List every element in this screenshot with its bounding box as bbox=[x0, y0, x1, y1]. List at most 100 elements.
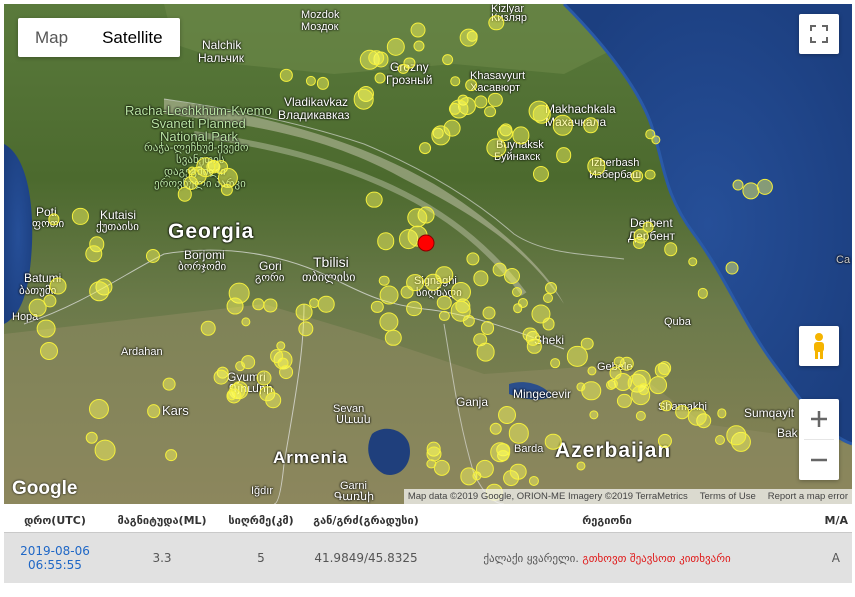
earthquake-marker[interactable] bbox=[648, 376, 667, 395]
earthquake-marker[interactable] bbox=[483, 105, 496, 118]
cell-date[interactable]: 2019-08-06 bbox=[8, 544, 102, 558]
earthquake-marker[interactable] bbox=[235, 361, 246, 372]
earthquake-marker[interactable] bbox=[512, 287, 523, 298]
earthquake-marker[interactable] bbox=[609, 366, 622, 380]
earthquake-marker[interactable] bbox=[410, 22, 426, 38]
earthquake-marker[interactable] bbox=[368, 49, 384, 66]
questionnaire-link[interactable]: გთხოვთ შეავსოთ კითხვარი bbox=[582, 552, 730, 565]
earthquake-marker[interactable] bbox=[317, 295, 335, 313]
terms-of-use-link[interactable]: Terms of Use bbox=[700, 491, 756, 502]
earthquake-marker[interactable] bbox=[426, 445, 442, 462]
earthquake-marker[interactable] bbox=[465, 79, 478, 91]
earthquake-marker[interactable] bbox=[28, 298, 48, 317]
earthquake-marker[interactable] bbox=[226, 297, 244, 315]
header-ma: M/A bbox=[824, 513, 848, 527]
fullscreen-button[interactable] bbox=[799, 14, 839, 54]
earthquake-marker[interactable] bbox=[269, 349, 284, 363]
street-view-pegman[interactable] bbox=[799, 326, 839, 366]
earthquake-marker[interactable] bbox=[532, 104, 551, 124]
earthquake-marker[interactable] bbox=[542, 293, 553, 304]
earthquake-marker[interactable] bbox=[413, 40, 425, 52]
earthquake-marker[interactable] bbox=[89, 281, 109, 302]
map-type-map-button[interactable]: Map bbox=[18, 18, 85, 57]
earthquake-marker[interactable] bbox=[555, 147, 572, 164]
earthquake-marker[interactable] bbox=[146, 404, 161, 419]
earthquake-marker[interactable] bbox=[265, 392, 282, 409]
earthquake-marker[interactable] bbox=[630, 170, 643, 183]
earthquake-marker[interactable] bbox=[256, 370, 272, 386]
earthquake-marker[interactable] bbox=[715, 434, 726, 445]
earthquake-marker[interactable] bbox=[509, 463, 527, 481]
earthquake-marker[interactable] bbox=[365, 191, 383, 209]
earthquake-marker[interactable] bbox=[40, 341, 58, 360]
zoom-out-button[interactable] bbox=[799, 440, 839, 480]
earthquake-marker[interactable] bbox=[376, 232, 395, 251]
earthquake-marker[interactable] bbox=[200, 320, 216, 336]
zoom-control bbox=[799, 399, 839, 480]
earthquake-marker[interactable] bbox=[459, 28, 479, 48]
google-logo: Google bbox=[12, 478, 78, 499]
earthquake-marker[interactable] bbox=[550, 358, 560, 369]
earthquake-marker[interactable] bbox=[435, 265, 453, 284]
earthquake-marker[interactable] bbox=[496, 124, 513, 141]
earthquake-marker[interactable] bbox=[419, 142, 432, 155]
earthquake-marker[interactable] bbox=[664, 242, 678, 257]
earthquake-marker[interactable] bbox=[162, 377, 176, 391]
earthquake-marker[interactable] bbox=[374, 72, 386, 84]
fullscreen-icon bbox=[810, 25, 828, 43]
earthquake-marker[interactable] bbox=[406, 300, 423, 317]
earthquake-marker[interactable] bbox=[379, 285, 399, 305]
report-map-error-link[interactable]: Report a map error bbox=[768, 491, 848, 502]
epicenter-marker[interactable] bbox=[417, 234, 435, 252]
earthquake-marker[interactable] bbox=[544, 433, 562, 450]
earthquake-marker[interactable] bbox=[498, 406, 517, 424]
earthquake-marker[interactable] bbox=[85, 431, 98, 445]
earthquake-marker[interactable] bbox=[687, 256, 698, 267]
earthquake-marker[interactable] bbox=[95, 439, 116, 461]
earthquake-marker[interactable] bbox=[544, 282, 557, 295]
earthquake-marker[interactable] bbox=[353, 88, 374, 110]
earthquake-marker[interactable] bbox=[633, 228, 649, 244]
earthquake-marker[interactable] bbox=[441, 53, 454, 66]
earthquake-marker[interactable] bbox=[436, 295, 452, 310]
earthquake-marker[interactable] bbox=[489, 422, 503, 435]
map-type-satellite-button[interactable]: Satellite bbox=[85, 18, 179, 57]
earthquake-marker[interactable] bbox=[532, 165, 549, 182]
earthquake-marker[interactable] bbox=[480, 321, 495, 336]
earthquake-marker[interactable] bbox=[522, 327, 538, 343]
earthquake-marker[interactable] bbox=[482, 306, 496, 320]
cell-coords: 41.9849/45.8325 bbox=[304, 532, 428, 583]
table-header-row: დრო(UTC) მაგნიტუდა(ML) სიღრმე(კმ) გან/გრ… bbox=[4, 508, 852, 533]
earthquake-marker[interactable] bbox=[450, 281, 471, 302]
region-text: ქალაქი ყვარელი. bbox=[483, 551, 579, 565]
earthquake-marker[interactable] bbox=[637, 383, 650, 395]
zoom-in-button[interactable] bbox=[799, 399, 839, 439]
cell-depth: 5 bbox=[218, 532, 304, 583]
map-view[interactable]: Mozdok Моздок Kizlyar Кизляр Nalchik Нал… bbox=[4, 4, 852, 504]
earthquake-marker[interactable] bbox=[295, 303, 313, 321]
cell-magnitude: 3.3 bbox=[106, 532, 218, 583]
earthquake-marker[interactable] bbox=[145, 249, 160, 264]
earthquake-marker[interactable] bbox=[450, 76, 460, 86]
earthquake-marker[interactable] bbox=[49, 277, 67, 295]
cell-region: ქალაქი ყვარელი. გთხოვთ შეავსოთ კითხვარი bbox=[428, 532, 786, 583]
earthquake-marker[interactable] bbox=[476, 342, 495, 362]
earthquake-marker[interactable] bbox=[542, 317, 555, 331]
earthquake-marker[interactable] bbox=[657, 361, 672, 375]
earthquake-marker[interactable] bbox=[645, 169, 656, 180]
cell-time[interactable]: 06:55:55 bbox=[8, 558, 102, 572]
earthquake-marker[interactable] bbox=[400, 285, 414, 299]
table-row[interactable]: 2019-08-06 06:55:55 3.3 5 41.9849/45.832… bbox=[4, 532, 852, 583]
earthquake-marker[interactable] bbox=[279, 365, 293, 380]
earthquake-marker[interactable] bbox=[88, 398, 109, 419]
earthquake-marker[interactable] bbox=[725, 261, 739, 275]
earthquake-marker[interactable] bbox=[213, 369, 229, 385]
earthquake-marker[interactable] bbox=[164, 449, 177, 462]
earthquake-marker[interactable] bbox=[504, 267, 521, 284]
earthquake-marker[interactable] bbox=[379, 275, 390, 287]
earthquake-marker[interactable] bbox=[36, 319, 56, 339]
earthquake-marker[interactable] bbox=[195, 157, 216, 177]
earthquake-marker[interactable] bbox=[732, 179, 744, 191]
earthquake-marker[interactable] bbox=[490, 442, 510, 462]
cell-datetime[interactable]: 2019-08-06 06:55:55 bbox=[4, 532, 106, 583]
